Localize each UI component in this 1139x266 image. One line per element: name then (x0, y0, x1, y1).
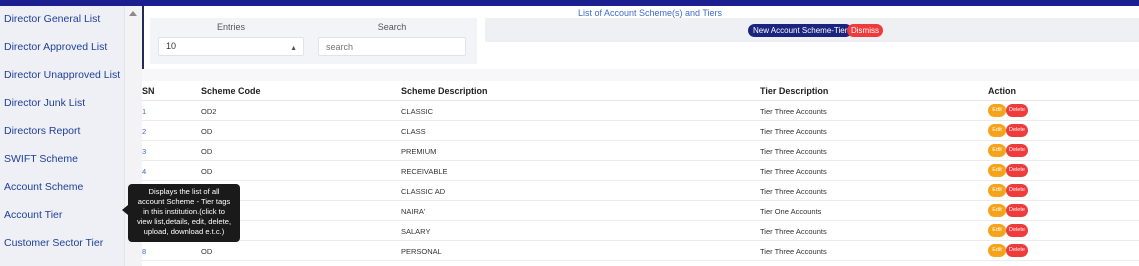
new-account-scheme-tier-button[interactable]: New Account Scheme-Tier (748, 24, 853, 37)
edit-button[interactable]: Edit (988, 204, 1006, 217)
sidebar-item-directors-report[interactable]: Directors Report (0, 118, 124, 146)
row-scheme-description: RECEIVABLE (401, 167, 448, 176)
row-sn[interactable]: 4 (142, 167, 146, 176)
delete-button[interactable]: Delete (1006, 124, 1028, 137)
header-scheme-description[interactable]: Scheme Description (401, 86, 488, 96)
dismiss-button[interactable]: Dismiss (847, 24, 883, 37)
sidebar: Director General List Director Approved … (0, 6, 124, 266)
delete-button[interactable]: Delete (1006, 104, 1028, 117)
edit-button[interactable]: Edit (988, 184, 1006, 197)
row-tier-description: Tier Three Accounts (760, 127, 827, 136)
content-divider (142, 6, 144, 70)
sidebar-item-director-general-list[interactable]: Director General List (0, 6, 124, 34)
entries-select-value: 10 (166, 41, 177, 51)
entries-label: Entries (216, 22, 245, 32)
sidebar-item-director-approved-list[interactable]: Director Approved List (0, 34, 124, 62)
row-scheme-description: CLASSIC (401, 107, 434, 116)
row-scheme-description: CLASS (401, 127, 426, 136)
tooltip-line: Displays the list of all (148, 187, 220, 196)
entries-select[interactable]: 10 ▲ (158, 37, 304, 56)
row-scheme-description: SALARY (401, 227, 431, 236)
table-row: 2 OD CLASS Tier Three Accounts Edit Dele… (142, 121, 1139, 141)
header-scheme-code[interactable]: Scheme Code (201, 86, 261, 96)
search-label: Search (377, 22, 407, 32)
row-scheme-description: NAIRA' (401, 207, 426, 216)
row-sn[interactable]: 3 (142, 147, 146, 156)
row-sn[interactable]: 8 (142, 247, 146, 256)
delete-button[interactable]: Delete (1006, 144, 1028, 157)
scheme-tier-table: SN Scheme Code Scheme Description Tier D… (142, 81, 1139, 261)
select-caret-icon: ▲ (290, 45, 297, 52)
row-sn[interactable]: 1 (142, 107, 146, 116)
header-tier-description[interactable]: Tier Description (760, 86, 828, 96)
row-scheme-description: PREMIUM (401, 147, 437, 156)
edit-button[interactable]: Edit (988, 224, 1006, 237)
edit-button[interactable]: Edit (988, 164, 1006, 177)
table-header: SN Scheme Code Scheme Description Tier D… (142, 81, 1139, 101)
edit-button[interactable]: Edit (988, 104, 1006, 117)
row-tier-description: Tier Three Accounts (760, 167, 827, 176)
delete-button[interactable]: Delete (1006, 204, 1028, 217)
sidebar-item-director-unapproved-list[interactable]: Director Unapproved List (0, 62, 124, 90)
top-bar (0, 0, 1139, 6)
table-row: 5 CLASSIC AD Tier Three Accounts Edit De… (142, 181, 1139, 201)
edit-button[interactable]: Edit (988, 144, 1006, 157)
table-row: 4 OD RECEIVABLE Tier Three Accounts Edit… (142, 161, 1139, 181)
account-tier-tooltip: Displays the list of all account Scheme … (128, 184, 240, 242)
row-scheme-code: OD (201, 247, 213, 256)
page-title: List of Account Scheme(s) and Tiers (577, 8, 723, 18)
table-row: 6 NAIRA' Tier One Accounts Edit Delete (142, 201, 1139, 221)
row-tier-description: Tier Three Accounts (760, 187, 827, 196)
row-scheme-code: OD2 (201, 107, 217, 116)
table-row: 8 OD PERSONAL Tier Three Accounts Edit D… (142, 241, 1139, 261)
search-input[interactable] (318, 37, 466, 56)
edit-button[interactable]: Edit (988, 124, 1006, 137)
header-sn[interactable]: SN (142, 86, 155, 96)
delete-button[interactable]: Delete (1006, 184, 1028, 197)
filter-panel: Entries 10 ▲ Search (150, 18, 477, 64)
row-scheme-description: PERSONAL (401, 247, 442, 256)
edit-button[interactable]: Edit (988, 244, 1006, 257)
row-scheme-code: OD (201, 127, 213, 136)
sidebar-item-customer-sector-tier[interactable]: Customer Sector Tier (0, 230, 124, 258)
tooltip-line: upload, download e.t.c.) (143, 227, 225, 236)
row-scheme-code: OD (201, 147, 213, 156)
header-action: Action (988, 86, 1016, 96)
delete-button[interactable]: Delete (1006, 224, 1028, 237)
row-tier-description: Tier Three Accounts (760, 107, 827, 116)
row-tier-description: Tier Three Accounts (760, 247, 827, 256)
row-tier-description: Tier Three Accounts (760, 147, 827, 156)
sidebar-item-account-scheme[interactable]: Account Scheme (0, 174, 124, 202)
tooltip-line: in this institution.(click to (143, 207, 225, 216)
tooltip-line: view list,details, edit, delete, (136, 217, 232, 226)
scroll-up-arrow-icon[interactable] (129, 11, 137, 16)
row-sn[interactable]: 2 (142, 127, 146, 136)
row-scheme-description: CLASSIC AD (401, 187, 446, 196)
action-panel: New Account Scheme-Tier Dismiss (485, 18, 1139, 42)
sidebar-item-director-junk-list[interactable]: Director Junk List (0, 90, 124, 118)
table-row: 7 SALARY Tier Three Accounts Edit Delete (142, 221, 1139, 241)
table-row: 1 OD2 CLASSIC Tier Three Accounts Edit D… (142, 101, 1139, 121)
table-top-band (142, 69, 1139, 81)
row-scheme-code: OD (201, 167, 213, 176)
sidebar-item-account-tier[interactable]: Account Tier (0, 202, 124, 230)
tooltip-line: account Scheme - Tier tags (137, 197, 231, 206)
row-tier-description: Tier Three Accounts (760, 227, 827, 236)
delete-button[interactable]: Delete (1006, 244, 1028, 257)
delete-button[interactable]: Delete (1006, 164, 1028, 177)
row-tier-description: Tier One Accounts (760, 207, 822, 216)
table-row: 3 OD PREMIUM Tier Three Accounts Edit De… (142, 141, 1139, 161)
sidebar-item-swift-scheme[interactable]: SWIFT Scheme (0, 146, 124, 174)
